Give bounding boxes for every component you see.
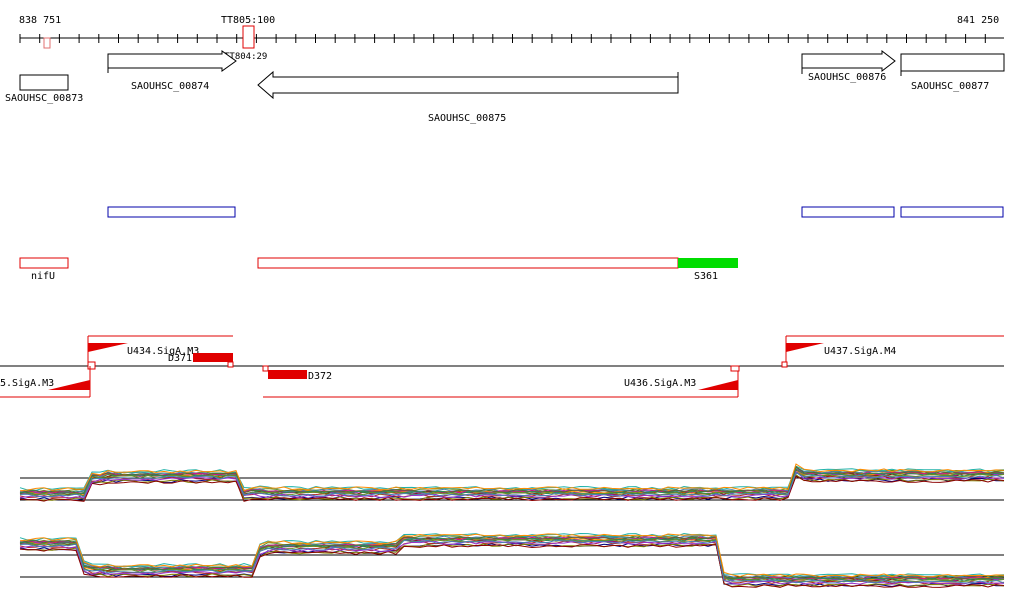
operon-u437-promoter [786,343,824,352]
cds-box-00877[interactable] [900,206,1004,218]
feature-track: nifU S361 [19,257,738,282]
operon-d372-label: D372 [308,371,332,382]
expression-profile-plus [19,463,1005,502]
operon-u437-label: U437.SigA.M4 [824,346,896,357]
profile-minus-lines [19,532,1005,588]
coord-start-label: 838 751 [19,15,61,26]
operon-track: U434.SigA.M3 D371 5.SigA.M3 D372 U436.Si… [0,335,1004,398]
cds-track [107,206,1004,218]
profile-plus-lines [19,463,1005,502]
operon-u436-label: U436.SigA.M3 [624,378,696,389]
operon-d371-box[interactable] [193,353,233,362]
ruler-marker-small [43,37,51,49]
marker-label: TT805:100 [221,15,275,26]
gene-box-00873[interactable] [19,74,69,91]
cds-box-00874[interactable] [107,206,236,218]
operon-d371-label: D371 [168,353,192,364]
gene-track: SAOUHSC_00873 SAOUHSC_00874 SAOUHSC_0087… [5,49,1005,124]
srna-s361-box[interactable] [678,258,738,268]
expression-profile-minus [19,532,1005,588]
gene-box-00877[interactable] [900,53,1005,72]
gene-arrow-00875[interactable] [257,70,679,100]
gene-label-00877: SAOUHSC_00877 [911,81,989,92]
srna-s361-label: S361 [694,271,718,282]
operon-u436-promoter [698,380,738,390]
gene-label-00873: SAOUHSC_00873 [5,93,83,104]
feature-box-long[interactable] [257,257,679,269]
gene-label-00875: SAOUHSC_00875 [428,113,506,124]
gene-arrow-00876[interactable] [801,49,896,73]
operon-u435-promoter [48,380,90,390]
coord-end-label: 841 250 [957,15,999,26]
gene-arrow-00874[interactable] [107,50,237,72]
operon-u435-label: 5.SigA.M3 [0,378,54,389]
ruler-marker-tt805[interactable] [242,25,255,49]
cds-box-00876[interactable] [801,206,895,218]
gene-label-00876: SAOUHSC_00876 [808,72,886,83]
feature-nifu-box[interactable] [19,257,69,269]
operon-u434-promoter [88,343,128,352]
operon-d372-box[interactable] [268,370,307,379]
feature-nifu-label: nifU [31,271,55,282]
gene-label-00874: SAOUHSC_00874 [131,81,209,92]
genome-browser-view: 838 751 841 250 TT805:100 TT804:29 SAOUH… [0,15,1005,588]
